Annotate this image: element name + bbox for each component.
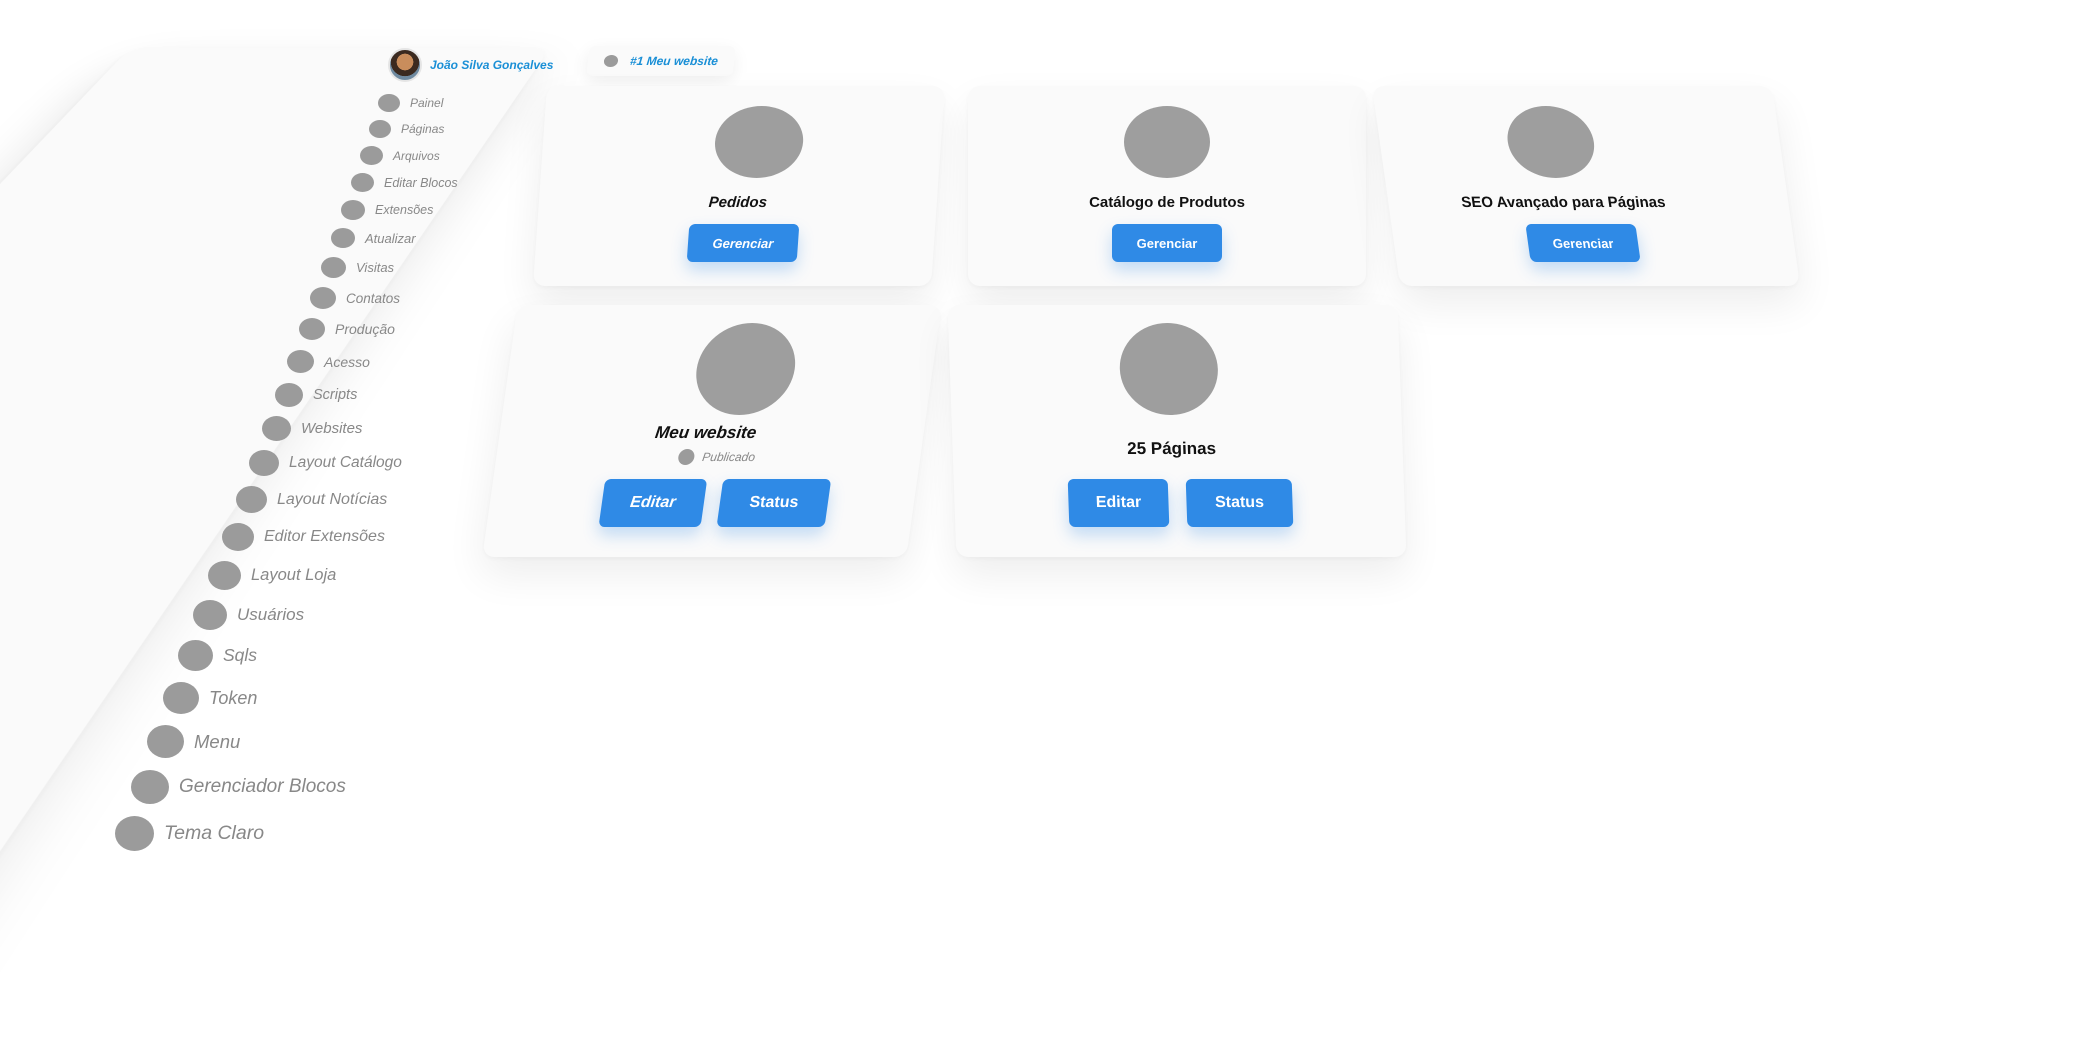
- paginas-image: [1118, 323, 1220, 415]
- card-seo: SEO Avançado para Páginas Gerenciar: [1371, 86, 1801, 286]
- layout-noticias-icon: [236, 486, 267, 513]
- sidebar-item-acesso[interactable]: Acesso: [287, 350, 370, 373]
- sidebar-item-layout-noticias[interactable]: Layout Notícias: [236, 486, 387, 513]
- seo-icon: [1502, 106, 1599, 178]
- sidebar-item-atualizar[interactable]: Atualizar: [331, 228, 416, 248]
- paginas-icon: [369, 120, 391, 138]
- sidebar-item-layout-catalogo[interactable]: Layout Catálogo: [249, 450, 402, 476]
- atualizar-icon: [331, 228, 355, 248]
- gerenciar-catalogo-button[interactable]: Gerenciar: [1112, 224, 1222, 262]
- sidebar-item-arquivos[interactable]: Arquivos: [360, 146, 440, 165]
- user-name[interactable]: João Silva Gonçalves: [430, 58, 553, 72]
- contatos-icon: [310, 287, 336, 309]
- sidebar-item-visitas[interactable]: Visitas: [321, 257, 394, 278]
- editor-extensoes-icon: [222, 523, 254, 551]
- editar-paginas-button[interactable]: Editar: [1067, 479, 1170, 527]
- sidebar-item-token[interactable]: Token: [163, 682, 257, 714]
- user-profile[interactable]: João Silva Gonçalves: [388, 48, 553, 82]
- sqls-icon: [178, 640, 213, 671]
- sidebar-item-tema-claro[interactable]: Tema Claro: [115, 816, 264, 851]
- painel-icon: [378, 94, 400, 112]
- sidebar-item-websites[interactable]: Websites: [262, 416, 362, 441]
- sidebar-item-layout-loja[interactable]: Layout Loja: [208, 561, 336, 590]
- acesso-icon: [287, 350, 314, 373]
- publish-status: Publicado: [677, 449, 756, 465]
- catalogo-icon: [1124, 106, 1210, 178]
- usuarios-icon: [193, 600, 227, 630]
- arquivos-icon: [360, 146, 383, 165]
- gerenciar-seo-button[interactable]: Gerenciar: [1525, 224, 1641, 262]
- tab-meu-website[interactable]: #1 Meu website: [586, 46, 736, 76]
- card-title: SEO Avançado para Páginas: [1460, 194, 1667, 211]
- website-icon: [603, 55, 619, 67]
- card-catalogo: Catálogo de Produtos Gerenciar: [968, 86, 1366, 286]
- card-title: 25 Páginas: [1126, 439, 1217, 458]
- website-image: [690, 323, 802, 415]
- tema-claro-icon: [115, 816, 154, 851]
- token-icon: [163, 682, 199, 714]
- extensoes-icon: [341, 200, 365, 220]
- websites-icon: [262, 416, 291, 441]
- card-paginas: 25 Páginas Editar Status: [947, 305, 1407, 557]
- visitas-icon: [321, 257, 346, 278]
- layout-loja-icon: [208, 561, 241, 590]
- sidebar-item-editor-extensoes[interactable]: Editor Extensões: [222, 523, 385, 551]
- sidebar-panel: [0, 48, 550, 1058]
- avatar[interactable]: [388, 48, 422, 82]
- gerenciador-blocos-icon: [131, 770, 169, 804]
- sidebar-item-contatos[interactable]: Contatos: [310, 287, 400, 309]
- card-title: Pedidos: [708, 194, 768, 211]
- pedidos-icon: [712, 106, 806, 178]
- sidebar-item-usuarios[interactable]: Usuários: [193, 600, 304, 630]
- editar-website-button[interactable]: Editar: [598, 479, 708, 527]
- status-dot-icon: [677, 449, 696, 465]
- workspace: João Silva Gonçalves Painel Páginas Arqu…: [0, 0, 2082, 1058]
- sidebar-item-paginas[interactable]: Páginas: [369, 120, 444, 138]
- status-paginas-button[interactable]: Status: [1185, 479, 1294, 527]
- sidebar-item-scripts[interactable]: Scripts: [275, 383, 357, 407]
- sidebar-item-menu[interactable]: Menu: [147, 725, 240, 758]
- sidebar-item-gerenciador-blocos[interactable]: Gerenciador Blocos: [131, 770, 346, 804]
- card-meu-website: Meu website Publicado Editar Status: [482, 305, 942, 557]
- sidebar-item-editar-blocos[interactable]: Editar Blocos: [351, 173, 458, 192]
- sidebar-item-sqls[interactable]: Sqls: [178, 640, 257, 671]
- sidebar-item-painel[interactable]: Painel: [378, 94, 443, 112]
- editar-blocos-icon: [351, 173, 374, 192]
- layout-catalogo-icon: [249, 450, 279, 476]
- status-website-button[interactable]: Status: [716, 479, 832, 527]
- menu-icon: [147, 725, 184, 758]
- sidebar-item-extensoes[interactable]: Extensões: [341, 200, 433, 220]
- card-pedidos: Pedidos Gerenciar: [533, 86, 945, 286]
- producao-icon: [299, 318, 325, 340]
- card-title: Catálogo de Produtos: [1089, 194, 1245, 211]
- scripts-icon: [275, 383, 303, 407]
- sidebar-item-producao[interactable]: Produção: [299, 318, 395, 340]
- card-title: Meu website: [653, 423, 758, 442]
- gerenciar-pedidos-button[interactable]: Gerenciar: [686, 224, 800, 262]
